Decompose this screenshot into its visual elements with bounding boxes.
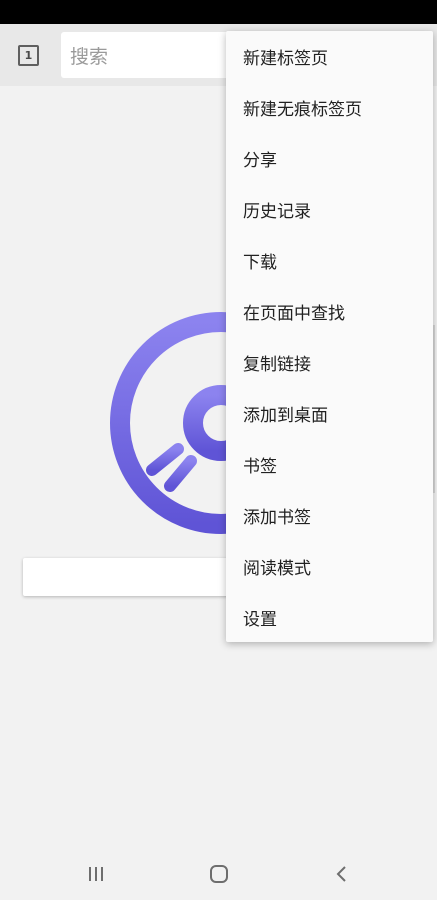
- menu-item-reading-mode[interactable]: 阅读模式: [226, 541, 433, 592]
- recent-apps-icon: [89, 867, 103, 881]
- system-nav-bar: [0, 848, 437, 900]
- menu-item-history[interactable]: 历史记录: [226, 184, 433, 235]
- home-button[interactable]: [179, 848, 259, 900]
- menu-item-new-incognito-tab[interactable]: 新建无痕标签页: [226, 82, 433, 133]
- menu-item-copy-link[interactable]: 复制链接: [226, 337, 433, 388]
- home-icon: [210, 865, 228, 883]
- menu-item-add-bookmark[interactable]: 添加书签: [226, 490, 433, 541]
- menu-item-share[interactable]: 分享: [226, 133, 433, 184]
- menu-item-settings[interactable]: 设置: [226, 592, 433, 643]
- overflow-menu: 新建标签页 新建无痕标签页 分享 历史记录 下载 在页面中查找 复制链接 添加到…: [226, 31, 433, 642]
- status-bar: [0, 0, 437, 24]
- menu-item-add-to-desktop[interactable]: 添加到桌面: [226, 388, 433, 439]
- edge-scroll-indicator: [433, 325, 435, 493]
- menu-item-new-tab[interactable]: 新建标签页: [226, 31, 433, 82]
- menu-item-find-in-page[interactable]: 在页面中查找: [226, 286, 433, 337]
- tab-switcher-button[interactable]: 1: [18, 45, 39, 66]
- homepage-search-box[interactable]: [23, 558, 253, 596]
- recent-apps-button[interactable]: [56, 848, 136, 900]
- menu-item-bookmarks[interactable]: 书签: [226, 439, 433, 490]
- back-icon: [336, 866, 346, 882]
- back-button[interactable]: [302, 848, 382, 900]
- menu-item-downloads[interactable]: 下载: [226, 235, 433, 286]
